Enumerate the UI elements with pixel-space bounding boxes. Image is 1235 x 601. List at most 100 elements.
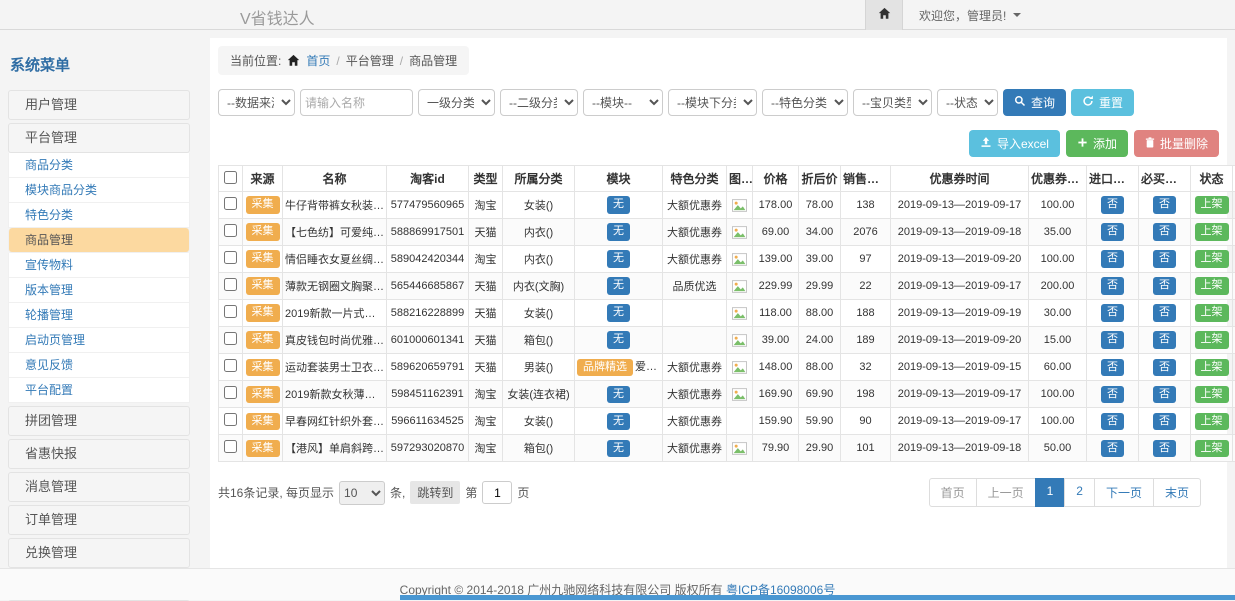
sidebar-item[interactable]: 意见反馈 — [8, 353, 190, 378]
import-select-cell[interactable]: 否 — [1087, 192, 1139, 219]
sidebar-item[interactable]: 平台配置 — [8, 378, 190, 403]
checkbox-cell[interactable] — [219, 219, 243, 246]
status-cell[interactable]: 上架 — [1191, 327, 1233, 354]
checkbox-cell[interactable] — [219, 408, 243, 435]
row-checkbox[interactable] — [224, 359, 237, 372]
sidebar-item[interactable]: 版本管理 — [8, 278, 190, 303]
checkbox-cell[interactable] — [219, 327, 243, 354]
status-cell[interactable]: 上架 — [1191, 273, 1233, 300]
must-buy-badge[interactable]: 否 — [1153, 196, 1176, 213]
sidebar-item[interactable]: 宣传物料 — [8, 253, 190, 278]
row-checkbox[interactable] — [224, 251, 237, 264]
per-page-select[interactable]: 10 — [339, 481, 385, 505]
status-cell[interactable]: 上架 — [1191, 192, 1233, 219]
row-checkbox[interactable] — [224, 440, 237, 453]
batch-delete-button[interactable]: 批量删除 — [1134, 130, 1219, 157]
must-buy-cell[interactable]: 否 — [1139, 300, 1191, 327]
import-excel-button[interactable]: 导入excel — [969, 130, 1060, 157]
sidebar-item[interactable]: 订单管理 — [8, 505, 190, 535]
status-badge[interactable]: 上架 — [1195, 440, 1229, 457]
must-buy-badge[interactable]: 否 — [1153, 413, 1176, 430]
status-badge[interactable]: 上架 — [1195, 359, 1229, 376]
level2-category-select[interactable]: --二级分类-- — [500, 89, 578, 116]
add-button[interactable]: 添加 — [1066, 130, 1128, 157]
must-buy-cell[interactable]: 否 — [1139, 327, 1191, 354]
name-search-input[interactable] — [300, 89, 413, 116]
must-buy-badge[interactable]: 否 — [1153, 250, 1176, 267]
page-button[interactable]: 末页 — [1153, 478, 1201, 507]
sidebar-item[interactable]: 兑换管理 — [8, 538, 190, 568]
select-all-checkbox[interactable] — [224, 171, 237, 184]
feature-category-select[interactable]: --特色分类-- — [762, 89, 848, 116]
status-cell[interactable]: 上架 — [1191, 354, 1233, 381]
sidebar-item[interactable]: 消息管理 — [8, 472, 190, 502]
import-select-badge[interactable]: 否 — [1101, 413, 1124, 430]
jump-page-input[interactable] — [482, 481, 512, 504]
sidebar-item[interactable]: 商品管理 — [8, 228, 190, 253]
import-select-cell[interactable]: 否 — [1087, 273, 1139, 300]
data-source-select[interactable]: --数据来源-- — [218, 89, 295, 116]
must-buy-cell[interactable]: 否 — [1139, 273, 1191, 300]
page-button[interactable]: 2 — [1064, 478, 1095, 507]
must-buy-badge[interactable]: 否 — [1153, 304, 1176, 321]
status-badge[interactable]: 上架 — [1195, 277, 1229, 294]
user-menu[interactable]: 欢迎您，管理员! — [903, 0, 1037, 30]
row-checkbox[interactable] — [224, 278, 237, 291]
checkbox-cell[interactable] — [219, 381, 243, 408]
page-button[interactable]: 下一页 — [1094, 478, 1154, 507]
status-cell[interactable]: 上架 — [1191, 435, 1233, 462]
status-badge[interactable]: 上架 — [1195, 413, 1229, 430]
module-sub-select[interactable]: --模块下分类-- — [668, 89, 757, 116]
import-select-badge[interactable]: 否 — [1101, 331, 1124, 348]
import-select-cell[interactable]: 否 — [1087, 435, 1139, 462]
sidebar-item[interactable]: 省惠快报 — [8, 439, 190, 469]
module-select[interactable]: --模块-- — [583, 89, 663, 116]
page-button[interactable]: 首页 — [929, 478, 977, 507]
must-buy-cell[interactable]: 否 — [1139, 246, 1191, 273]
row-checkbox[interactable] — [224, 197, 237, 210]
sidebar-item[interactable]: 启动页管理 — [8, 328, 190, 353]
checkbox-cell[interactable] — [219, 300, 243, 327]
checkbox-cell[interactable] — [219, 354, 243, 381]
import-select-badge[interactable]: 否 — [1101, 386, 1124, 403]
status-badge[interactable]: 上架 — [1195, 250, 1229, 267]
sidebar-item[interactable]: 模块商品分类 — [8, 178, 190, 203]
status-select[interactable]: --状态-- — [937, 89, 998, 116]
import-select-cell[interactable]: 否 — [1087, 408, 1139, 435]
must-buy-cell[interactable]: 否 — [1139, 192, 1191, 219]
status-cell[interactable]: 上架 — [1191, 246, 1233, 273]
import-select-cell[interactable]: 否 — [1087, 354, 1139, 381]
sidebar-item[interactable]: 平台管理 — [8, 123, 190, 153]
must-buy-cell[interactable]: 否 — [1139, 381, 1191, 408]
checkbox-cell[interactable] — [219, 192, 243, 219]
row-checkbox[interactable] — [224, 305, 237, 318]
home-button[interactable] — [865, 0, 903, 30]
search-button[interactable]: 查询 — [1003, 89, 1066, 116]
import-select-cell[interactable]: 否 — [1087, 381, 1139, 408]
must-buy-badge[interactable]: 否 — [1153, 331, 1176, 348]
import-select-badge[interactable]: 否 — [1101, 440, 1124, 457]
row-checkbox[interactable] — [224, 224, 237, 237]
reset-button[interactable]: 重置 — [1071, 89, 1134, 116]
import-select-badge[interactable]: 否 — [1101, 359, 1124, 376]
status-cell[interactable]: 上架 — [1191, 219, 1233, 246]
must-buy-cell[interactable]: 否 — [1139, 408, 1191, 435]
status-badge[interactable]: 上架 — [1195, 196, 1229, 213]
must-buy-cell[interactable]: 否 — [1139, 219, 1191, 246]
sidebar-item[interactable]: 特色分类 — [8, 203, 190, 228]
status-badge[interactable]: 上架 — [1195, 331, 1229, 348]
must-buy-badge[interactable]: 否 — [1153, 386, 1176, 403]
must-buy-cell[interactable]: 否 — [1139, 435, 1191, 462]
page-button[interactable]: 1 — [1035, 478, 1066, 507]
must-buy-badge[interactable]: 否 — [1153, 277, 1176, 294]
row-checkbox[interactable] — [224, 413, 237, 426]
breadcrumb-home-link[interactable]: 首页 — [306, 52, 330, 69]
row-checkbox[interactable] — [224, 386, 237, 399]
checkbox-cell[interactable] — [219, 246, 243, 273]
import-select-badge[interactable]: 否 — [1101, 304, 1124, 321]
status-cell[interactable]: 上架 — [1191, 300, 1233, 327]
checkbox-cell[interactable] — [219, 435, 243, 462]
must-buy-badge[interactable]: 否 — [1153, 223, 1176, 240]
must-buy-badge[interactable]: 否 — [1153, 359, 1176, 376]
import-select-cell[interactable]: 否 — [1087, 300, 1139, 327]
